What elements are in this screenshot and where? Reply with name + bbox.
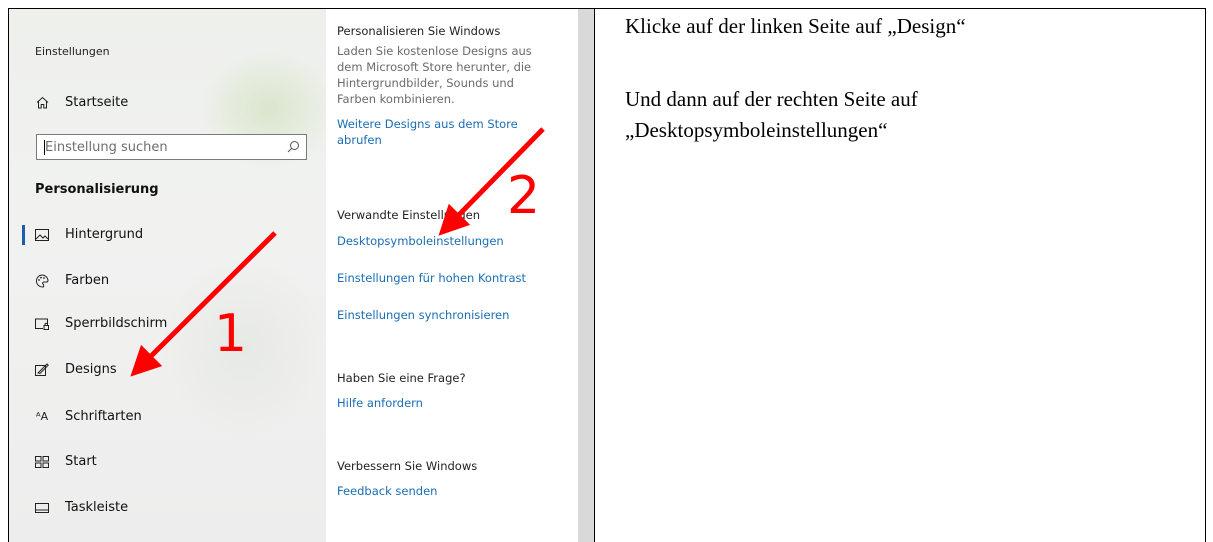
personalize-text-line: Hintergrundbilder, Sounds und xyxy=(337,76,514,90)
question-heading: Haben Sie eine Frage? xyxy=(337,371,466,385)
nav-label: Farben xyxy=(65,273,110,288)
personalize-heading: Personalisieren Sie Windows xyxy=(337,24,501,38)
taskbar-icon xyxy=(35,501,49,515)
nav-item-schriftarten[interactable]: ᴬA Schriftarten xyxy=(35,409,142,424)
font-icon: ᴬA xyxy=(35,410,49,423)
picture-icon xyxy=(35,228,49,242)
app-title: Einstellungen xyxy=(35,45,110,58)
nav-item-start[interactable]: Start xyxy=(35,454,97,469)
active-indicator xyxy=(22,225,25,245)
related-heading: Verwandte Einstellungen xyxy=(337,208,481,222)
improve-heading: Verbessern Sie Windows xyxy=(337,459,478,473)
section-title: Personalisierung xyxy=(35,182,159,197)
nav-item-farben[interactable]: Farben xyxy=(35,273,109,288)
nav-item-taskleiste[interactable]: Taskleiste xyxy=(35,500,128,515)
home-label: Startseite xyxy=(65,95,129,110)
settings-content: Personalisieren Sie Windows Laden Sie ko… xyxy=(326,9,578,542)
nav-label: Start xyxy=(65,454,97,469)
feedback-link[interactable]: Feedback senden xyxy=(337,483,437,499)
brush-icon xyxy=(35,363,49,377)
search-field[interactable] xyxy=(36,134,307,160)
start-icon xyxy=(35,455,49,469)
sync-settings-link[interactable]: Einstellungen synchronisieren xyxy=(337,307,509,323)
nav-label: Sperrbildschirm xyxy=(65,316,168,331)
background-glow-lower xyxy=(159,259,329,439)
personalize-text-line: dem Microsoft Store herunter, die xyxy=(337,60,532,74)
instruction-line-2: Und dann auf der rechten Seite auf xyxy=(625,87,918,111)
nav-item-sperrbildschirm[interactable]: Sperrbildschirm xyxy=(35,316,167,331)
help-link[interactable]: Hilfe anfordern xyxy=(337,395,423,411)
lockscreen-icon xyxy=(35,317,49,331)
settings-sidebar: Einstellungen Startseite Personalisierun… xyxy=(9,9,339,542)
scrollbar-track[interactable] xyxy=(578,9,594,542)
home-icon xyxy=(35,96,49,110)
nav-label: Schriftarten xyxy=(65,409,142,424)
personalize-text-line: Farben kombinieren. xyxy=(337,92,455,106)
settings-screenshot: Einstellungen Startseite Personalisierun… xyxy=(9,9,594,542)
store-link[interactable]: abrufen xyxy=(337,132,382,148)
instruction-line-1: Klicke auf der linken Seite auf „Design“ xyxy=(625,14,966,38)
table-divider xyxy=(594,8,595,542)
nav-label: Taskleiste xyxy=(65,500,129,515)
nav-label: Hintergrund xyxy=(65,227,144,242)
instruction-line-3: „Desktopsymboleinstellungen“ xyxy=(625,118,888,142)
personalize-text-line: Laden Sie kostenlose Designs aus xyxy=(337,44,532,58)
nav-item-hintergrund[interactable]: Hintergrund xyxy=(35,227,143,242)
nav-label: Designs xyxy=(65,362,117,377)
home-link[interactable]: Startseite xyxy=(35,95,128,110)
desktop-icons-link[interactable]: Desktopsymboleinstellungen xyxy=(337,233,504,249)
store-link[interactable]: Weitere Designs aus dem Store xyxy=(337,116,518,132)
high-contrast-link[interactable]: Einstellungen für hohen Kontrast xyxy=(337,270,526,286)
nav-item-designs[interactable]: Designs xyxy=(35,362,117,377)
search-input[interactable] xyxy=(45,135,285,159)
palette-icon xyxy=(35,273,49,288)
search-icon[interactable] xyxy=(287,140,300,153)
